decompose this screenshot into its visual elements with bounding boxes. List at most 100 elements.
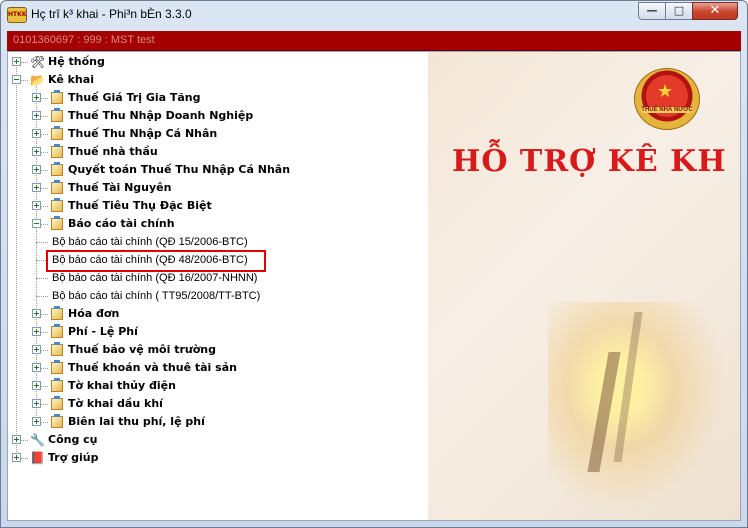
tree-item-thue-thu-nhap-doanh-nghiep[interactable]: Thuế Thu Nhập Doanh Nghiệp xyxy=(8,107,428,125)
expand-icon[interactable] xyxy=(32,327,41,336)
folder-icon xyxy=(51,324,63,338)
tree-item-he-thong[interactable]: 🛠 Hệ thống xyxy=(8,53,428,71)
tree-item-label: Tờ khai thủy điện xyxy=(68,379,176,392)
tree-item-ke-khai[interactable]: 📂 Kê khai xyxy=(8,71,428,89)
minimize-button[interactable]: — xyxy=(638,2,666,20)
expand-icon[interactable] xyxy=(32,417,41,426)
expand-icon[interactable] xyxy=(32,147,41,156)
maximize-button[interactable]: □ xyxy=(665,2,693,20)
tree-item-cong-cu[interactable]: 🔧 Công cụ xyxy=(8,431,428,449)
collapse-icon[interactable] xyxy=(12,75,21,84)
folder-icon xyxy=(51,306,63,320)
tree-item-bo-bao-cao-tai-chinh-tt95-2008-tt-btc[interactable]: Bộ báo cáo tài chính ( TT95/2008/TT-BTC) xyxy=(8,287,428,305)
function-tree: 🛠 Hệ thống 📂 Kê khai Thuế Giá Trị Gia Tăng Th… xyxy=(8,52,428,520)
tree-item-quyet-toan-thue-thu-nhap-ca-nhan[interactable]: Quyết toán Thuế Thu Nhập Cá Nhân xyxy=(8,161,428,179)
tree-item-thue-nha-thau[interactable]: Thuế nhà thầu xyxy=(8,143,428,161)
title-bar[interactable]: HTKK Hç trî k³ khai - Phi³n bÈn 3.3.0 — … xyxy=(1,1,747,29)
folder-icon xyxy=(51,180,63,194)
tree-item-to-khai-dau-khi[interactable]: Tờ khai dầu khí xyxy=(8,395,428,413)
collapse-icon[interactable] xyxy=(32,219,41,228)
tree-item-thue-thu-nhap-ca-nhan[interactable]: Thuế Thu Nhập Cá Nhân xyxy=(8,125,428,143)
tree-item-thue-khoan-va-thue-tai-san[interactable]: Thuế khoán và thuê tài sản xyxy=(8,359,428,377)
expand-icon[interactable] xyxy=(32,165,41,174)
taxpayer-status-text: 0101360697 : 999 : MST test xyxy=(13,34,155,46)
tree-item-label: Quyết toán Thuế Thu Nhập Cá Nhân xyxy=(68,163,291,176)
expand-icon[interactable] xyxy=(32,309,41,318)
tree-item-thue-bao-ve-moi-truong[interactable]: Thuế bảo vệ môi trường xyxy=(8,341,428,359)
highlight-box xyxy=(46,250,266,272)
expand-icon[interactable] xyxy=(12,435,21,444)
folder-icon xyxy=(51,126,63,140)
tree-item-label: Thuế bảo vệ môi trường xyxy=(68,343,216,356)
folder-icon xyxy=(51,414,63,428)
tree-item-label: Bộ báo cáo tài chính (QĐ 15/2006-BTC) xyxy=(52,236,248,248)
folder-icon xyxy=(51,162,63,176)
folder-icon xyxy=(51,198,63,212)
tree-connector xyxy=(36,242,48,243)
tax-emblem-icon: ★ THUẾ NHÀ NƯỚC xyxy=(634,68,700,130)
emblem-label: THUẾ NHÀ NƯỚC xyxy=(641,107,693,113)
tree-item-bien-lai-thu-phi-le-phi[interactable]: Biên lai thu phí, lệ phí xyxy=(8,413,428,431)
expand-icon[interactable] xyxy=(32,363,41,372)
taxpayer-status-bar: 0101360697 : 999 : MST test xyxy=(7,31,741,51)
folder-icon xyxy=(51,216,63,230)
banner-panel: ★ THUẾ NHÀ NƯỚC HỖ TRỢ KÊ KH xyxy=(428,52,740,520)
expand-icon[interactable] xyxy=(32,183,41,192)
tree-item-label: Biên lai thu phí, lệ phí xyxy=(68,415,205,428)
tree-item-label: Bộ báo cáo tài chính ( TT95/2008/TT-BTC) xyxy=(52,290,261,302)
tree-item-label: Thuế Giá Trị Gia Tăng xyxy=(68,91,201,104)
expand-icon[interactable] xyxy=(32,381,41,390)
tree-item-label: Hóa đơn xyxy=(68,307,120,320)
tree-item-label: Tờ khai dầu khí xyxy=(68,397,163,410)
tree-item-bo-bao-cao-tai-chinh-qd-15-2006-btc[interactable]: Bộ báo cáo tài chính (QĐ 15/2006-BTC) xyxy=(8,233,428,251)
main-content: 🛠 Hệ thống 📂 Kê khai Thuế Giá Trị Gia Tăng Th… xyxy=(7,51,741,521)
minimize-icon: — xyxy=(646,4,658,17)
expand-icon[interactable] xyxy=(32,201,41,210)
tree-item-phi-le-phi[interactable]: Phí - Lệ Phí xyxy=(8,323,428,341)
expand-icon[interactable] xyxy=(32,345,41,354)
expand-icon[interactable] xyxy=(32,399,41,408)
tree-item-label: Công cụ xyxy=(48,433,98,446)
tree-item-to-khai-thuy-dien[interactable]: Tờ khai thủy điện xyxy=(8,377,428,395)
folder-icon xyxy=(51,144,63,158)
tree-item-label: Hệ thống xyxy=(48,55,105,68)
banner-title: HỖ TRỢ KÊ KH xyxy=(452,144,727,179)
folder-icon xyxy=(51,378,63,392)
expand-icon[interactable] xyxy=(12,57,21,66)
window-title: Hç trî k³ khai - Phi³n bÈn 3.3.0 xyxy=(31,7,192,21)
folder-icon xyxy=(51,360,63,374)
tree-item-bao-cao-tai-chinh[interactable]: Báo cáo tài chính xyxy=(8,215,428,233)
tree-item-label: Thuế khoán và thuê tài sản xyxy=(68,361,237,374)
tree-connector xyxy=(36,278,48,279)
tree-connector xyxy=(36,296,48,297)
folder-icon xyxy=(51,90,63,104)
tree-item-thue-tieu-thu-dac-biet[interactable]: Thuế Tiêu Thụ Đặc Biệt xyxy=(8,197,428,215)
app-window: HTKK Hç trî k³ khai - Phi³n bÈn 3.3.0 — … xyxy=(0,0,748,528)
wrench-icon: 🔧 xyxy=(30,433,45,447)
tree-item-label: Phí - Lệ Phí xyxy=(68,325,138,338)
expand-icon[interactable] xyxy=(32,129,41,138)
maximize-icon: □ xyxy=(673,4,685,17)
star-icon: ★ xyxy=(657,81,674,102)
tree-item-thue-tai-nguyen[interactable]: Thuế Tài Nguyên xyxy=(8,179,428,197)
close-button[interactable]: ✕ xyxy=(692,2,738,20)
tree-item-label: Thuế Tài Nguyên xyxy=(68,181,172,194)
tree-item-label: Kê khai xyxy=(48,73,94,86)
folder-open-icon: 📂 xyxy=(30,73,45,87)
tree-item-label: Thuế Thu Nhập Cá Nhân xyxy=(68,127,218,140)
expand-icon[interactable] xyxy=(32,93,41,102)
tree-item-label: Báo cáo tài chính xyxy=(68,217,175,230)
close-icon: ✕ xyxy=(709,3,721,18)
tools-icon: 🛠 xyxy=(30,55,46,69)
folder-icon xyxy=(51,108,63,122)
tree-item-label: Thuế Thu Nhập Doanh Nghiệp xyxy=(68,109,254,122)
tree-item-thue-gia-tri-gia-tang[interactable]: Thuế Giá Trị Gia Tăng xyxy=(8,89,428,107)
tree-item-label: Trợ giúp xyxy=(48,451,99,464)
expand-icon[interactable] xyxy=(32,111,41,120)
expand-icon[interactable] xyxy=(12,453,21,462)
tree-item-tro-giup[interactable]: 📕 Trợ giúp xyxy=(8,449,428,467)
tree-item-hoa-don[interactable]: Hóa đơn xyxy=(8,305,428,323)
tree-item-label: Thuế Tiêu Thụ Đặc Biệt xyxy=(68,199,212,212)
folder-icon xyxy=(51,342,63,356)
tree-item-label: Thuế nhà thầu xyxy=(68,145,158,158)
